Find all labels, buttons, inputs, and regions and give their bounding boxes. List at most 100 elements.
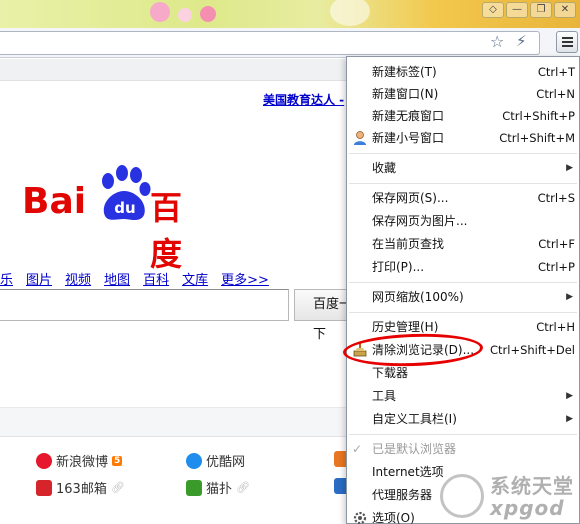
promo-link[interactable]: 美国教育达人 -	[263, 91, 344, 108]
url-input[interactable]	[0, 31, 540, 55]
window-controls: ◇ — ❐ ✕	[482, 2, 576, 18]
tab-baike[interactable]: 百科	[143, 269, 169, 288]
theme-decoration	[330, 0, 370, 26]
menu-item-customize-toolbar[interactable]: 自定义工具栏(I) ▶	[347, 408, 579, 430]
menu-item-label: 选项(O)	[372, 511, 415, 524]
user-icon	[354, 131, 366, 145]
menu-item-label: 已是默认浏览器	[372, 442, 457, 456]
site-link-youku[interactable]: 优酷网	[186, 451, 245, 470]
menu-item-shortcut: Ctrl+N	[536, 87, 575, 101]
theme-decoration	[178, 8, 192, 22]
tab-images[interactable]: 图片	[26, 269, 52, 288]
count-badge: 5	[112, 455, 123, 466]
menu-separator	[349, 434, 577, 435]
site-link-163mail[interactable]: 163邮箱 🔗︎	[36, 478, 125, 497]
menu-separator	[349, 183, 577, 184]
watermark-logo-icon	[440, 474, 484, 518]
youku-icon	[186, 452, 202, 469]
menu-item-shortcut: Ctrl+Shift+M	[499, 131, 575, 145]
submenu-arrow-icon: ▶	[566, 391, 573, 401]
menu-item-shortcut: Ctrl+S	[537, 191, 575, 205]
site-name: 163邮箱	[56, 482, 107, 497]
submenu-arrow-icon: ▶	[566, 163, 573, 173]
site-link-mop[interactable]: 猫扑 🔗︎	[186, 478, 250, 497]
menu-item-shortcut: Ctrl+Shift+P	[502, 109, 575, 123]
lightning-icon[interactable]: ⚡︎	[516, 32, 527, 50]
menu-item-print[interactable]: 打印(P)... Ctrl+P	[347, 256, 579, 278]
menu-item-new-window[interactable]: 新建窗口(N) Ctrl+N	[347, 83, 579, 105]
menu-item-label: Internet选项	[372, 465, 444, 479]
link-icon: 🔗︎	[110, 481, 125, 494]
menu-item-label: 保存网页(S)...	[372, 191, 449, 205]
tab-music[interactable]: 音乐	[0, 269, 13, 288]
paw-icon: du	[102, 165, 151, 220]
close-icon[interactable]: ✕	[554, 2, 576, 18]
menu-item-shortcut: Ctrl+Shift+Del	[490, 343, 575, 357]
menu-item-label: 新建窗口(N)	[372, 87, 439, 101]
theme-decoration	[200, 6, 216, 22]
restore-icon[interactable]: ❐	[530, 2, 552, 18]
shirt-icon[interactable]: ◇	[482, 2, 504, 18]
logo-du-text: du	[114, 199, 135, 217]
tab-map[interactable]: 地图	[104, 269, 130, 288]
menu-item-shortcut: Ctrl+T	[537, 65, 575, 79]
menu-item-shortcut: Ctrl+H	[536, 320, 575, 334]
menu-item-label: 打印(P)...	[372, 260, 425, 274]
mail163-icon	[36, 479, 52, 496]
search-button[interactable]: 百度一下	[294, 289, 354, 342]
weibo-icon	[36, 452, 52, 469]
tab-more[interactable]: 更多>>	[221, 269, 269, 288]
menu-item-zoom[interactable]: 网页缩放(100%) ▶	[347, 286, 579, 308]
search-tabs: 音乐 图片 视频 地图 百科 文库 更多>>	[0, 269, 282, 288]
menu-separator	[349, 153, 577, 154]
watermark-text-top: 系统天堂	[490, 474, 574, 498]
menu-item-label: 新建小号窗口	[372, 131, 445, 145]
gear-icon	[353, 511, 367, 524]
site-watermark: 系统天堂 xpgod	[440, 466, 580, 524]
watermark-text-bottom: xpgod	[490, 496, 565, 520]
menu-item-label: 新建标签(T)	[372, 65, 437, 79]
menu-item-label: 在当前页查找	[372, 237, 445, 251]
menu-item-label: 代理服务器	[372, 488, 433, 502]
menu-item-tools[interactable]: 工具 ▶	[347, 385, 579, 407]
menu-item-new-tab[interactable]: 新建标签(T) Ctrl+T	[347, 61, 579, 83]
menu-item-save-page[interactable]: 保存网页(S)... Ctrl+S	[347, 187, 579, 209]
theme-decoration	[150, 2, 170, 22]
menu-item-label: 收藏	[372, 161, 397, 175]
menu-item-label: 新建无痕窗口	[372, 109, 445, 123]
submenu-arrow-icon: ▶	[566, 414, 573, 424]
tab-wenku[interactable]: 文库	[182, 269, 208, 288]
site-name: 优酷网	[206, 455, 246, 470]
site-name: 新浪微博	[56, 455, 109, 470]
menu-separator	[349, 312, 577, 313]
mop-icon	[186, 479, 202, 496]
minimize-icon[interactable]: —	[506, 2, 528, 18]
menu-item-incognito-window[interactable]: 新建无痕窗口 Ctrl+Shift+P	[347, 105, 579, 127]
menu-item-history[interactable]: 历史管理(H) Ctrl+H	[347, 316, 579, 338]
menu-item-save-as-image[interactable]: 保存网页为图片...	[347, 210, 579, 232]
menu-item-favorites[interactable]: 收藏 ▶	[347, 157, 579, 179]
menu-item-find-in-page[interactable]: 在当前页查找 Ctrl+F	[347, 233, 579, 255]
menu-item-label: 网页缩放(100%)	[372, 290, 464, 304]
menu-item-label: 自定义工具栏(I)	[372, 412, 457, 426]
menu-separator	[349, 282, 577, 283]
site-link-weibo[interactable]: 新浪微博 5	[36, 451, 123, 470]
menu-icon[interactable]	[556, 31, 578, 53]
search-input[interactable]	[0, 289, 289, 321]
submenu-arrow-icon: ▶	[566, 292, 573, 302]
menu-item-label: 保存网页为图片...	[372, 214, 468, 228]
link-icon: 🔗︎	[236, 481, 250, 494]
menu-item-default-browser: ✓ 已是默认浏览器	[347, 438, 579, 460]
bookmark-star-icon[interactable]: ☆	[490, 32, 504, 51]
checkmark-icon: ✓	[352, 442, 363, 456]
logo-chinese-text: 百度	[150, 189, 183, 273]
tab-video[interactable]: 视频	[65, 269, 91, 288]
menu-item-alt-account-window[interactable]: 新建小号窗口 Ctrl+Shift+M	[347, 127, 579, 149]
title-bar: ◇ — ❐ ✕	[0, 0, 580, 28]
main-menu: 新建标签(T) Ctrl+T 新建窗口(N) Ctrl+N 新建无痕窗口 Ctr…	[346, 56, 580, 524]
site-name: 猫扑	[206, 482, 233, 497]
menu-item-shortcut: Ctrl+F	[538, 237, 575, 251]
logo-bai-text: Bai	[22, 181, 87, 222]
menu-item-shortcut: Ctrl+P	[537, 260, 575, 274]
menu-item-label: 工具	[372, 389, 397, 403]
